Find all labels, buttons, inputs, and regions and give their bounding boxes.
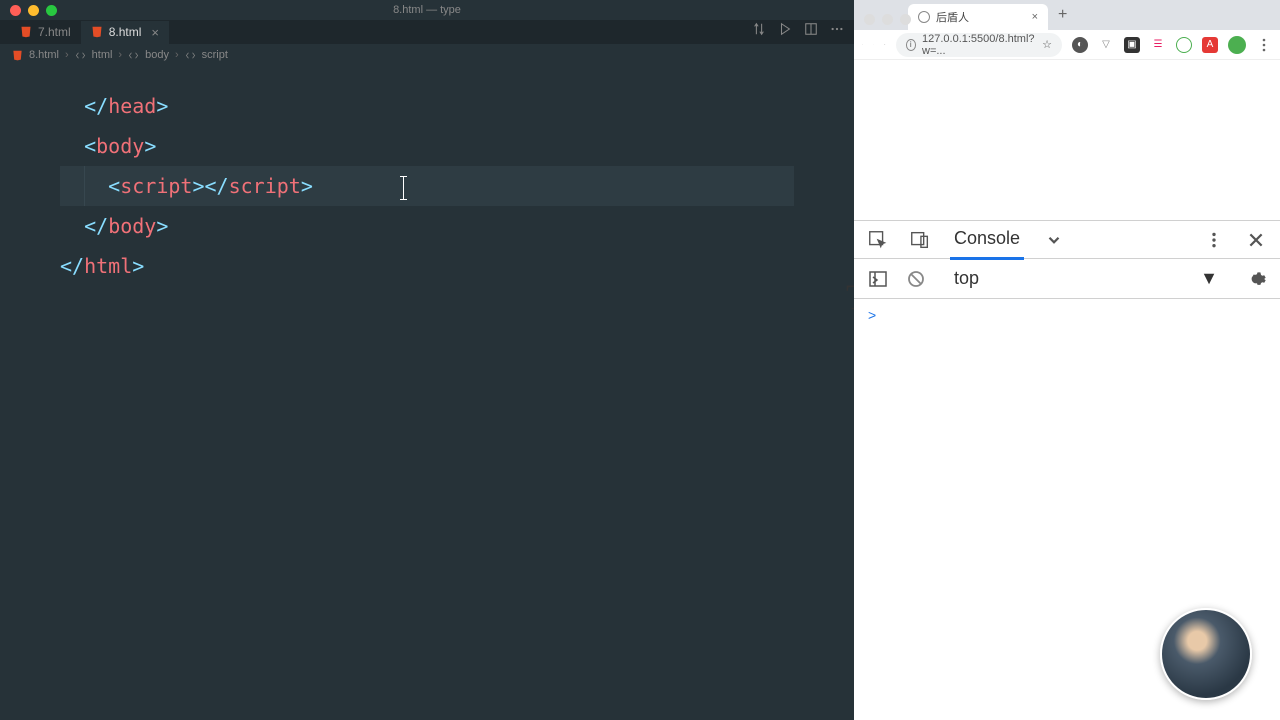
extension-icons: ◐ ▽ ▣ ☰ A (1072, 36, 1272, 54)
star-icon[interactable]: ☆ (1042, 38, 1052, 51)
chevron-right-icon: › (175, 49, 179, 61)
tab-label: 8.html (109, 25, 142, 39)
code-punct: </ (84, 214, 108, 238)
minimize-window-button[interactable] (882, 14, 893, 25)
code-block-icon (128, 50, 139, 61)
html-file-icon (12, 50, 23, 61)
editor-tab-7html[interactable]: 7.html (10, 21, 81, 43)
browser-tab[interactable]: 后盾人 × (908, 4, 1048, 30)
extension-icon[interactable] (1176, 37, 1192, 53)
clear-console-icon[interactable] (904, 267, 928, 291)
minimize-window-button[interactable] (28, 5, 39, 16)
breadcrumb-item[interactable]: html (92, 49, 113, 61)
info-icon: i (906, 39, 916, 51)
devtools-tab-bar: Console (854, 221, 1280, 259)
code-tag: body (96, 134, 144, 158)
html-file-icon (91, 26, 103, 38)
editor-tab-bar: 7.html 8.html × (0, 20, 854, 44)
forward-button[interactable] (873, 37, 874, 53)
close-tab-icon[interactable]: × (1032, 11, 1038, 23)
code-punct: < (108, 174, 120, 198)
compare-icon[interactable] (752, 22, 766, 41)
maximize-window-button[interactable] (900, 14, 911, 25)
breadcrumb-item[interactable]: body (145, 49, 169, 61)
chevron-right-icon: › (118, 49, 122, 61)
chevron-right-icon: › (65, 49, 69, 61)
split-editor-icon[interactable] (804, 22, 818, 41)
maximize-window-button[interactable] (46, 5, 57, 16)
more-actions-icon[interactable] (830, 22, 844, 41)
code-tag: script (229, 174, 301, 198)
html-file-icon (20, 26, 32, 38)
code-block-icon (75, 50, 86, 61)
code-tag: html (84, 254, 132, 278)
breadcrumb: 8.html › html › body › script (0, 44, 854, 66)
inspect-element-icon[interactable] (866, 228, 890, 252)
breadcrumb-item[interactable]: script (202, 49, 228, 61)
context-label: top (954, 268, 979, 289)
code-tag: head (108, 94, 156, 118)
globe-icon (918, 11, 930, 23)
close-devtools-icon[interactable] (1244, 228, 1268, 252)
code-punct: > (301, 174, 313, 198)
reload-button[interactable] (884, 37, 885, 53)
extension-icon[interactable]: ▽ (1098, 37, 1114, 53)
code-punct: > (156, 214, 168, 238)
code-punct: > (156, 94, 168, 118)
code-tag: script (120, 174, 192, 198)
webcam-overlay (1160, 608, 1252, 700)
chevron-down-icon: ▼ (1200, 268, 1218, 289)
device-toolbar-icon[interactable] (908, 228, 932, 252)
address-bar[interactable]: i 127.0.0.1:5500/8.html?w=... ☆ (896, 33, 1062, 57)
code-tag: body (108, 214, 156, 238)
breadcrumb-item[interactable]: 8.html (29, 49, 59, 61)
context-selector[interactable]: top ▼ (942, 263, 1230, 295)
devtools-menu-icon[interactable] (1202, 228, 1226, 252)
code-editor[interactable]: </head> <body> <script></script> </body>… (0, 66, 854, 306)
tab-label: 7.html (38, 25, 71, 39)
editor-actions (752, 22, 844, 41)
console-prompt: > (868, 307, 876, 323)
close-tab-icon[interactable]: × (151, 25, 159, 40)
browser-menu-icon[interactable] (1256, 37, 1272, 53)
code-punct: < (84, 134, 96, 158)
extension-icon[interactable]: ▣ (1124, 37, 1140, 53)
console-body[interactable]: > (854, 299, 1280, 333)
back-button[interactable] (862, 37, 863, 53)
extension-icon[interactable]: ◐ (1072, 37, 1088, 53)
console-settings-icon[interactable] (1244, 267, 1268, 291)
address-bar-row: i 127.0.0.1:5500/8.html?w=... ☆ ◐ ▽ ▣ ☰ … (854, 30, 1280, 60)
devtools-tab-console[interactable]: Console (950, 220, 1024, 260)
profile-avatar[interactable] (1228, 36, 1246, 54)
window-controls (10, 5, 57, 16)
close-window-button[interactable] (10, 5, 21, 16)
code-punct: > (144, 134, 156, 158)
new-tab-button[interactable]: + (1048, 6, 1077, 24)
extension-icon[interactable]: A (1202, 37, 1218, 53)
console-toolbar: top ▼ (854, 259, 1280, 299)
code-punct: </ (60, 254, 84, 278)
code-block-icon (185, 50, 196, 61)
console-sidebar-icon[interactable] (866, 267, 890, 291)
code-punct: > (132, 254, 144, 278)
more-tabs-icon[interactable] (1042, 228, 1066, 252)
browser-tab-bar: 后盾人 × + (854, 0, 1280, 30)
close-window-button[interactable] (864, 14, 875, 25)
browser-tab-title: 后盾人 (936, 9, 969, 25)
editor-pane: 8.html — type 7.html 8.html × 8.html › h… (0, 0, 854, 720)
browser-window-controls (864, 14, 911, 25)
url-text: 127.0.0.1:5500/8.html?w=... (922, 33, 1036, 57)
run-icon[interactable] (778, 22, 792, 41)
text-cursor (403, 176, 404, 200)
extension-icon[interactable]: ☰ (1150, 37, 1166, 53)
code-punct: </ (84, 94, 108, 118)
window-title: 8.html — type (0, 0, 854, 20)
code-punct: ></ (192, 174, 228, 198)
editor-tab-8html[interactable]: 8.html × (81, 21, 169, 44)
